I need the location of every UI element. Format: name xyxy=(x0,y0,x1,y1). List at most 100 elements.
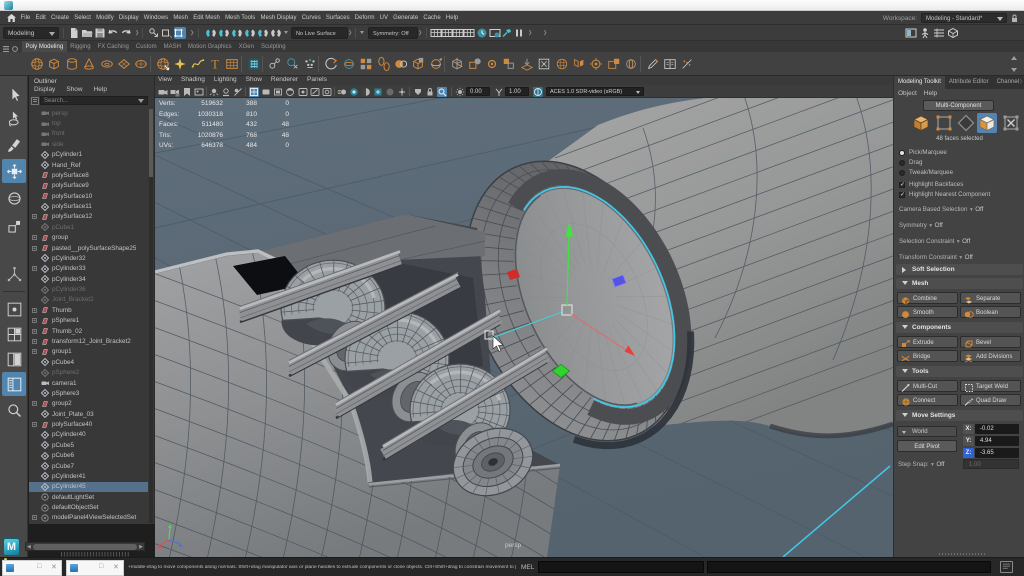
expand-icon[interactable]: + xyxy=(32,515,37,520)
home-icon[interactable] xyxy=(7,14,16,22)
shelf-type-tool-icon[interactable]: T xyxy=(208,57,222,71)
button-bridge[interactable]: Bridge xyxy=(897,350,958,362)
toolkit-menu-help[interactable]: Help xyxy=(924,90,937,97)
select-object-icon[interactable] xyxy=(161,27,173,39)
vp-image-plane-icon[interactable] xyxy=(194,87,204,97)
shelf-halftone-icon[interactable] xyxy=(680,57,694,71)
hammer-tool-icon[interactable] xyxy=(501,27,513,39)
shelf-cluster-icon[interactable] xyxy=(303,57,317,71)
vp-light-icon[interactable] xyxy=(209,87,219,97)
outliner-item-pCylinder45[interactable]: pCylinder45 xyxy=(29,482,148,492)
outliner-filter-icon[interactable] xyxy=(31,97,39,105)
menu-mesh-display[interactable]: Mesh Display xyxy=(258,11,299,21)
section-header-move-settings[interactable]: Move Settings xyxy=(896,410,1023,421)
viewport-menu-panels[interactable]: Panels xyxy=(307,76,327,85)
section-collapse-arrow[interactable]: ❯ xyxy=(528,30,532,36)
modeling-toolkit-toggle-icon[interactable] xyxy=(947,27,959,39)
shelf-axis-cube-icon[interactable] xyxy=(450,57,464,71)
vp-shadows-icon[interactable] xyxy=(221,87,231,97)
vp-shaded-icon[interactable] xyxy=(261,87,271,97)
outliner-item-group2[interactable]: +group2 xyxy=(29,399,148,409)
checkbox-highlight-backfaces[interactable]: ✓Highlight Backfaces xyxy=(899,181,963,188)
tab-modeling-toolkit[interactable]: Modeling Toolkit xyxy=(894,76,945,89)
object-mode-icon[interactable] xyxy=(911,113,931,133)
mel-command-input[interactable] xyxy=(538,561,704,573)
outliner-item-pCylinder33[interactable]: +pCylinder33 xyxy=(29,264,148,274)
outliner-item-group1[interactable]: +group1 xyxy=(29,347,148,357)
outliner-item-group[interactable]: +group xyxy=(29,233,148,243)
dropdown-selection-constraint[interactable]: Selection Constraint ▼ Off xyxy=(899,238,970,245)
symmetry-field[interactable]: Symmetry: Off xyxy=(368,27,418,39)
vp-gpu-cache-icon[interactable] xyxy=(373,87,383,97)
outliner-item-Joint_Plate_03[interactable]: Joint_Plate_03 xyxy=(29,409,148,419)
menu-file[interactable]: File xyxy=(18,11,33,21)
shelf-poly-primitive-3-icon[interactable] xyxy=(65,57,79,71)
outliner-item-pSphere1[interactable]: +pSphere1 xyxy=(29,316,148,326)
outliner-item-pCylinder34[interactable]: pCylinder34 xyxy=(29,274,148,284)
shelf-gear-circle-icon[interactable] xyxy=(485,57,499,71)
section-header-tools[interactable]: Tools xyxy=(896,366,1023,377)
vp-wireframe-icon[interactable] xyxy=(249,87,259,97)
select-component-icon[interactable] xyxy=(174,27,186,39)
outliner-item-polySurface8[interactable]: polySurface8 xyxy=(29,170,148,180)
expand-icon[interactable]: + xyxy=(32,349,37,354)
panel-resize-grip[interactable] xyxy=(939,553,987,555)
outliner-menu-display[interactable]: Display xyxy=(34,86,55,95)
shelf-x-square-icon[interactable] xyxy=(537,57,551,71)
outliner-item-front[interactable]: front xyxy=(29,129,148,139)
outliner-item-pCylinder40[interactable]: pCylinder40 xyxy=(29,430,148,440)
section-collapse-arrow[interactable]: ❯ xyxy=(135,30,139,36)
axis-z-label[interactable]: Z: xyxy=(963,448,974,458)
snap-magnet-icon-2[interactable] xyxy=(218,27,230,39)
face-mode-icon[interactable] xyxy=(977,113,997,133)
expand-icon[interactable]: + xyxy=(32,246,37,251)
outliner-item-polySurface11[interactable]: polySurface11 xyxy=(29,201,148,211)
vp-multisampling-icon[interactable] xyxy=(349,87,359,97)
menu-display[interactable]: Display xyxy=(116,11,141,21)
edit-pivot-button[interactable]: Edit Pivot xyxy=(897,440,957,452)
exposure-field[interactable]: 0.00 xyxy=(466,87,490,96)
menu-modify[interactable]: Modify xyxy=(93,11,116,21)
menu-deform[interactable]: Deform xyxy=(352,11,377,21)
shelf-tab-motion-graphics[interactable]: Motion Graphics xyxy=(184,41,235,52)
outliner-item-pCube1[interactable]: pCube1 xyxy=(29,222,148,232)
menu-curves[interactable]: Curves xyxy=(299,11,323,21)
shelf-merge-cubes-icon[interactable] xyxy=(502,57,516,71)
shelf-sphere-project-icon[interactable] xyxy=(156,57,170,71)
chevron-down-icon[interactable] xyxy=(360,31,364,34)
outliner-item-camera1[interactable]: camera1 xyxy=(29,378,148,388)
radio-drag[interactable]: Drag xyxy=(899,159,922,166)
scale-tool-icon[interactable] xyxy=(2,214,26,238)
vp-gamma-icon[interactable] xyxy=(494,87,504,97)
outliner-item-Thumb[interactable]: +Thumb xyxy=(29,305,148,315)
close-icon[interactable]: ✕ xyxy=(113,563,119,571)
outliner-item-polySurface10[interactable]: polySurface10 xyxy=(29,191,148,201)
vertex-mode-icon[interactable] xyxy=(934,113,954,133)
axis-y-label[interactable]: Y: xyxy=(963,436,974,446)
menu-edit-mesh[interactable]: Edit Mesh xyxy=(191,11,223,21)
menu-select[interactable]: Select xyxy=(72,11,94,21)
shelf-tab-custom[interactable]: Custom xyxy=(132,41,160,52)
viewport-menu-show[interactable]: Show xyxy=(246,76,262,85)
rotate-tool-icon[interactable] xyxy=(2,186,26,210)
tab-scroll-arrows[interactable]: ⟨⟩ xyxy=(1017,79,1023,85)
shelf-sphere-arrows-icon[interactable] xyxy=(342,57,356,71)
outliner-item-pCube6[interactable]: pCube6 xyxy=(29,451,148,461)
vp-material-icon[interactable] xyxy=(285,87,295,97)
shelf-orange-disc-icon[interactable] xyxy=(589,57,603,71)
viewport-menu-renderer[interactable]: Renderer xyxy=(271,76,298,85)
multi-component-button[interactable]: Multi-Component xyxy=(923,100,994,111)
section-header-components[interactable]: Components xyxy=(896,322,1023,333)
section-collapse-arrow[interactable]: ❯ xyxy=(418,30,422,36)
menu-mesh-tools[interactable]: Mesh Tools xyxy=(222,11,257,21)
construction-toggle-icon-4[interactable] xyxy=(463,27,475,39)
button-combine[interactable]: Combine xyxy=(897,292,958,304)
vp-camera-icon[interactable] xyxy=(158,87,168,97)
shelf-tab-rigging[interactable]: Rigging xyxy=(67,41,94,52)
viewport-scene-3d[interactable] xyxy=(155,98,893,557)
menu-generate[interactable]: Generate xyxy=(391,11,421,21)
toolkit-menu-object[interactable]: Object xyxy=(898,90,917,97)
outliner-menu-show[interactable]: Show xyxy=(66,86,82,95)
layout-single-pane-icon[interactable] xyxy=(2,297,26,321)
move-tool-icon[interactable] xyxy=(2,159,26,183)
